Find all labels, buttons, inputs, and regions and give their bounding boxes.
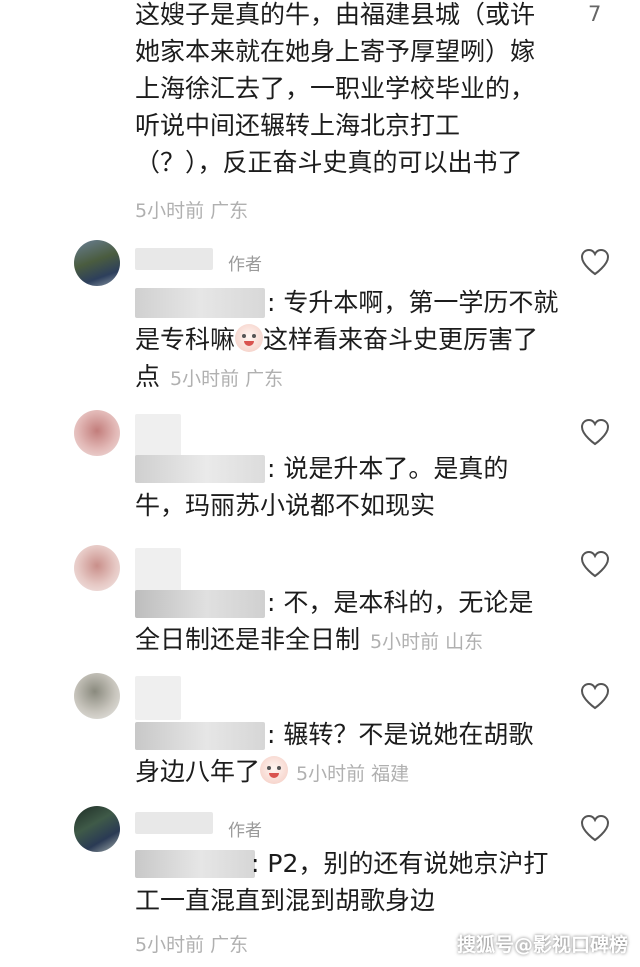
comment-line-text: 是专科嘛	[135, 325, 236, 354]
comment-line-text: : 说是升本了。是真的	[267, 454, 509, 483]
comment-line: 上海徐汇去了，一职业学校毕业的，	[135, 74, 536, 103]
heart-outline-icon[interactable]	[580, 814, 610, 842]
comment-line: : 专升本啊，第一学历不就	[135, 286, 558, 320]
comment-text: : 不，是本科的，无论是 全日制还是非全日制 5小时前 山东	[135, 586, 533, 659]
username-blurred[interactable]	[135, 812, 213, 834]
username-blurred[interactable]	[135, 676, 181, 720]
comment-meta: 5小时前 广东	[135, 200, 249, 222]
comment-line-text: 点	[135, 362, 161, 391]
heart-outline-icon[interactable]	[580, 550, 610, 578]
comment-line: : P2，别的还有说她京沪打	[135, 847, 548, 881]
comment-line: : 辗转？不是说她在胡歌	[135, 718, 533, 752]
comment-line-text: : 辗转？不是说她在胡歌	[267, 720, 534, 749]
comment-line-text: : 专升本啊，第一学历不就	[267, 288, 559, 317]
watermark: 搜狐号@影视口碑榜	[456, 934, 628, 956]
like-count: 7	[588, 2, 602, 26]
comment-line: 是专科嘛 这样看来奋斗史更厉害了	[135, 323, 558, 357]
comment-text: 这嫂子是真的牛，由福建县城（或许 她家本来就在她身上寄予厚望咧）嫁 上海徐汇去了…	[135, 0, 535, 180]
comment-line: 身边八年了 5小时前 福建	[135, 755, 533, 791]
heart-outline-icon[interactable]	[580, 248, 610, 276]
comment-meta: 5小时前 广东	[170, 368, 284, 390]
comment-text: : 辗转？不是说她在胡歌 身边八年了 5小时前 福建	[135, 718, 533, 791]
comment-meta: 5小时前 山东	[370, 631, 484, 653]
author-badge: 作者	[228, 255, 262, 275]
comment-line: 点 5小时前 广东	[135, 360, 558, 396]
comment-line: 牛，玛丽苏小说都不如现实	[135, 491, 436, 520]
comment-line: 听说中间还辗转上海北京打工	[135, 111, 461, 140]
comment-text: : 专升本啊，第一学历不就 是专科嘛 这样看来奋斗史更厉害了 点 5小时前 广东	[135, 286, 558, 396]
comment-line-text: 身边八年了	[135, 757, 261, 786]
avatar[interactable]	[74, 673, 120, 719]
author-badge: 作者	[228, 821, 262, 841]
comment-line: 这嫂子是真的牛，由福建县城（或许	[135, 0, 536, 29]
comment-line-text: 这样看来奋斗史更厉害了	[263, 325, 539, 354]
crying-face-emoji-icon	[235, 324, 264, 352]
comment-meta: 5小时前 广东	[135, 934, 249, 956]
comment-text: : 说是升本了。是真的 牛，玛丽苏小说都不如现实	[135, 452, 508, 523]
username-blurred[interactable]	[135, 248, 213, 270]
comment-line: : 说是升本了。是真的	[135, 452, 508, 486]
avatar[interactable]	[74, 806, 120, 852]
comment-line-text: : P2，别的还有说她京沪打	[251, 849, 549, 878]
heart-outline-icon[interactable]	[580, 418, 610, 446]
comment-line: 她家本来就在她身上寄予厚望咧）嫁	[135, 37, 536, 66]
comment-line: （？），反正奋斗史真的可以出书了	[135, 148, 523, 177]
avatar[interactable]	[74, 410, 120, 456]
crying-face-emoji-icon	[260, 756, 289, 784]
comment-meta: 5小时前 福建	[296, 763, 410, 785]
avatar[interactable]	[74, 545, 120, 591]
comment-line-text: : 不，是本科的，无论是	[267, 588, 534, 617]
comment-text: : P2，别的还有说她京沪打 工一直混直到混到胡歌身边	[135, 847, 548, 918]
comment-line: 工一直混直到混到胡歌身边	[135, 886, 436, 915]
comment-line-text: 全日制还是非全日制	[135, 625, 361, 654]
heart-outline-icon[interactable]	[580, 682, 610, 710]
avatar[interactable]	[74, 240, 120, 286]
comment-line: : 不，是本科的，无论是	[135, 586, 533, 620]
comment-line: 全日制还是非全日制 5小时前 山东	[135, 623, 533, 659]
